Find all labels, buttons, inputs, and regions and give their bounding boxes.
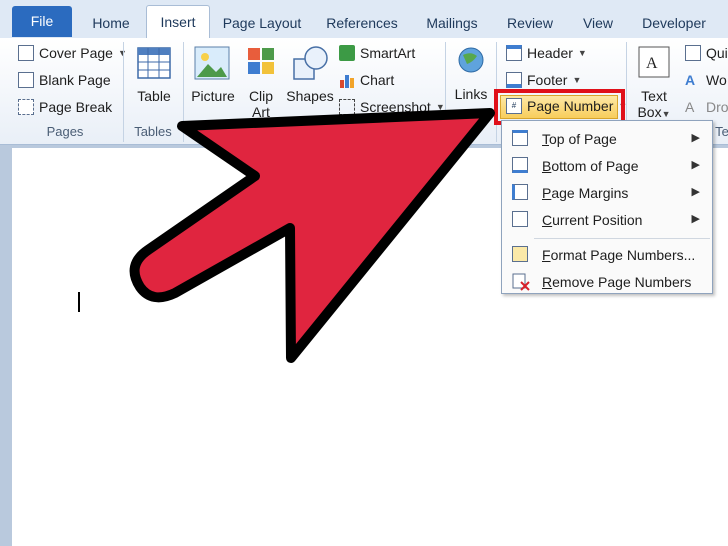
red-arrow-annotation xyxy=(129,108,495,363)
